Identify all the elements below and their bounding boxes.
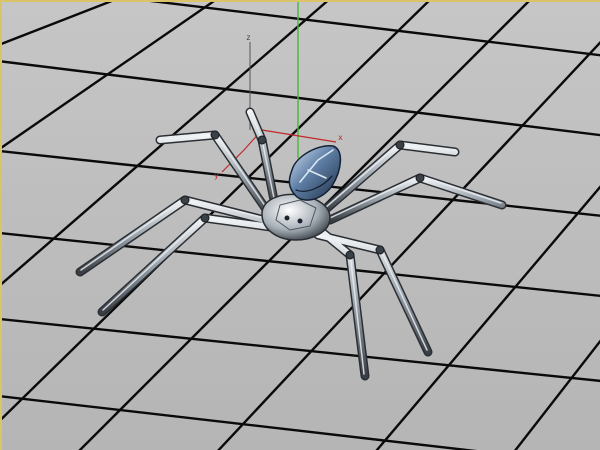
gizmo-y-label: y [214,171,219,180]
spider-eye-right [297,218,303,224]
spider-model[interactable] [75,107,507,381]
spider-eye-left [284,215,290,221]
gizmo-x-label: x [338,133,343,142]
spider-legs [75,107,507,381]
viewport-canvas[interactable]: z x y [0,0,600,450]
gizmo-z-label: z [246,33,251,42]
perspective-viewport[interactable]: z x y [0,0,600,450]
gizmo-x-axis[interactable] [261,129,337,143]
